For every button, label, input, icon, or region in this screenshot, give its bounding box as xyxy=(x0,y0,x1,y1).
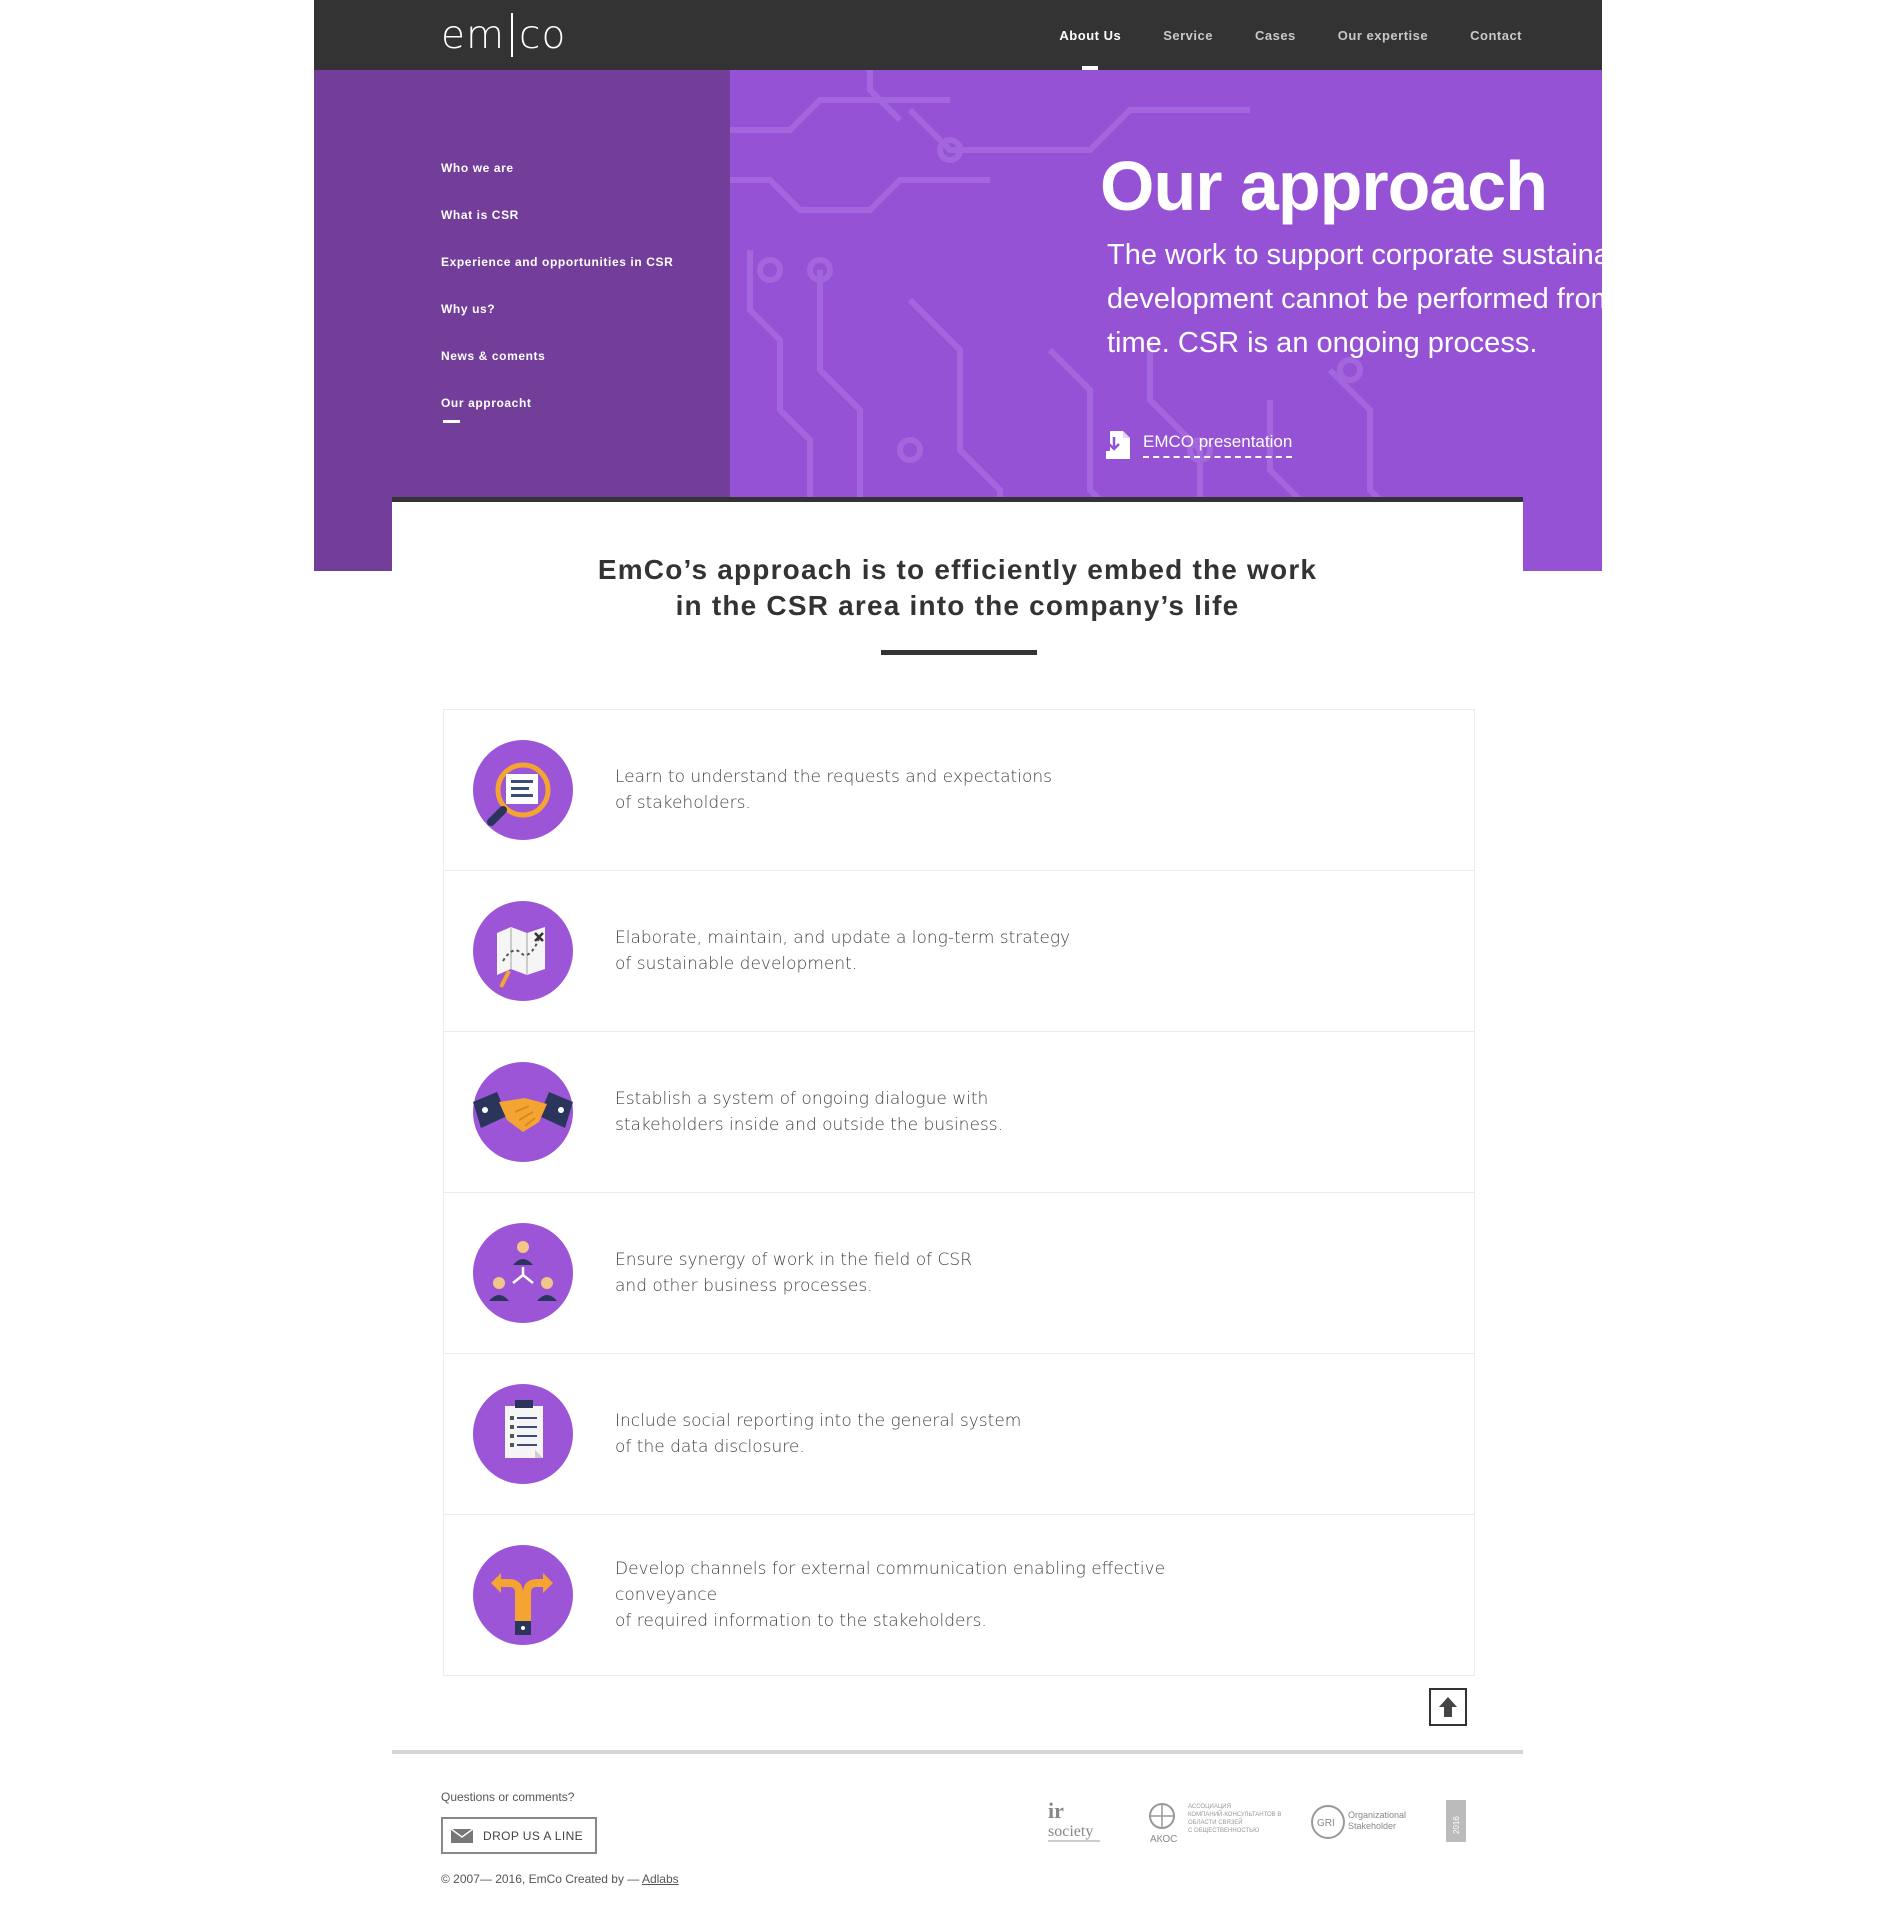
logo-divider xyxy=(511,13,513,57)
heading-divider xyxy=(881,650,1037,655)
content-card: EmCo’s approach is to efficiently embed … xyxy=(392,497,1523,1762)
envelope-icon xyxy=(451,1828,473,1843)
list-item-text: Ensure synergy of work in the field of C… xyxy=(615,1247,1255,1299)
list-item-line1: Learn to understand the requests and exp… xyxy=(615,767,1052,787)
list-item: Establish a system of ongoing dialogue w… xyxy=(444,1032,1474,1193)
logo-right: co xyxy=(519,12,567,58)
list-item-line1: Establish a system of ongoing dialogue w… xyxy=(615,1089,989,1109)
page: em co About Us Service Cases Our experti… xyxy=(314,0,1710,1907)
list-item-text: Develop channels for external communicat… xyxy=(615,1556,1255,1634)
list-item-text: Learn to understand the requests and exp… xyxy=(615,764,1255,816)
list-item: Elaborate, maintain, and update a long-t… xyxy=(444,871,1474,1032)
gri-logo-text-1: Organizational xyxy=(1348,1810,1406,1820)
sidebar-item-why-us[interactable]: Why us? xyxy=(441,301,673,348)
akos-logo: АКОС АССОЦИАЦИЯ КОМПАНИЙ-КОНСУЛЬТАНТОВ В… xyxy=(1149,1803,1281,1845)
list-item-line2: of required information to the stakehold… xyxy=(615,1611,987,1631)
ir-society-logo-mark: ir xyxy=(1048,1800,1064,1823)
copyright: © 2007— 2016, EmCo Created by — Adlabs xyxy=(441,1872,679,1886)
ir-society-logo: ir society xyxy=(1048,1800,1100,1842)
list-item: Develop channels for external communicat… xyxy=(444,1515,1474,1675)
top-header: em co About Us Service Cases Our experti… xyxy=(314,0,1602,70)
approach-heading: EmCo’s approach is to efficiently embed … xyxy=(392,552,1523,624)
presentation-label: EMCO presentation xyxy=(1143,432,1293,458)
list-item-text: Establish a system of ongoing dialogue w… xyxy=(615,1086,1255,1138)
list-item: Include social reporting into the genera… xyxy=(444,1354,1474,1515)
logo-left: em xyxy=(441,12,505,58)
nav-our-expertise[interactable]: Our expertise xyxy=(1317,0,1449,70)
sidebar-item-who-we-are[interactable]: Who we are xyxy=(441,160,673,207)
sidebar-item-our-approach[interactable]: Our approacht xyxy=(441,395,673,442)
list-item-line2: of sustainable development. xyxy=(615,954,858,974)
footer-divider xyxy=(392,1750,1523,1754)
handshake-icon xyxy=(473,1062,573,1162)
akos-logo-text-4: С ОБЩЕСТВЕННОСТЬЮ xyxy=(1188,1828,1259,1834)
list-item-line2: stakeholders inside and outside the busi… xyxy=(615,1115,1004,1135)
list-item-text: Include social reporting into the genera… xyxy=(615,1408,1255,1460)
page-title: Our approach xyxy=(1100,147,1548,225)
approach-heading-line2: in the CSR area into the company’s life xyxy=(675,590,1240,621)
nav-cases[interactable]: Cases xyxy=(1234,0,1317,70)
team-synergy-icon xyxy=(473,1223,573,1323)
nav-contact[interactable]: Contact xyxy=(1449,0,1522,70)
drop-us-a-line-button[interactable]: DROP US A LINE xyxy=(441,1817,597,1854)
approach-heading-line1: EmCo’s approach is to efficiently embed … xyxy=(597,554,1318,585)
creator-link[interactable]: Adlabs xyxy=(642,1872,679,1886)
nav-about-us[interactable]: About Us xyxy=(1038,0,1142,70)
drop-us-a-line-label: DROP US A LINE xyxy=(483,1828,584,1843)
list-item-line1: Ensure synergy of work in the field of C… xyxy=(615,1250,973,1270)
magnifier-document-icon xyxy=(473,740,573,840)
sidebar-nav: Who we are What is CSR Experience and op… xyxy=(441,160,673,442)
scroll-to-top-button[interactable] xyxy=(1429,1688,1467,1726)
hero-sidebar-panel: Who we are What is CSR Experience and op… xyxy=(314,70,730,571)
list-item-line1: Include social reporting into the genera… xyxy=(615,1411,1022,1431)
list-item-line1: Develop channels for external communicat… xyxy=(615,1559,1166,1605)
ir-society-logo-name: society xyxy=(1048,1823,1093,1840)
gri-logo: GRI Organizational Stakeholder 2016 xyxy=(1311,1800,1466,1842)
hero-subtitle: The work to support corporate sustainabl… xyxy=(1107,239,1710,359)
approach-list: Learn to understand the requests and exp… xyxy=(443,709,1475,1676)
partner-logos: ir society АКОС АССОЦИАЦИЯ КОМПАНИЙ-КОНС… xyxy=(1048,1800,1466,1845)
clipboard-report-icon xyxy=(473,1384,573,1484)
signpost-arrows-icon xyxy=(473,1545,573,1645)
strategy-map-icon xyxy=(473,901,573,1001)
akos-logo-text-1: АССОЦИАЦИЯ xyxy=(1188,1804,1231,1810)
gri-logo-year: 2016 xyxy=(1452,1816,1461,1834)
list-item-line2: of stakeholders. xyxy=(615,793,751,813)
list-item-line2: of the data disclosure. xyxy=(615,1437,805,1457)
sidebar-item-experience[interactable]: Experience and opportunities in CSR xyxy=(441,254,673,301)
list-item-line1: Elaborate, maintain, and update a long-t… xyxy=(615,928,1071,948)
sidebar-item-news[interactable]: News & coments xyxy=(441,348,673,395)
presentation-link[interactable]: EMCO presentation xyxy=(1106,431,1293,459)
akos-logo-text-3: ОБЛАСТИ СВЯЗЕЙ xyxy=(1188,1818,1243,1826)
logo[interactable]: em co xyxy=(441,10,566,60)
main-nav: About Us Service Cases Our expertise Con… xyxy=(1038,0,1522,70)
copyright-text: © 2007— 2016, EmCo Created by — xyxy=(441,1872,642,1886)
sidebar-item-what-is-csr[interactable]: What is CSR xyxy=(441,207,673,254)
akos-logo-name: АКОС xyxy=(1150,1834,1177,1845)
arrow-up-icon xyxy=(1439,1697,1457,1717)
list-item-line2: and other business processes. xyxy=(615,1276,873,1296)
gri-logo-text-2: Stakeholder xyxy=(1348,1821,1396,1831)
list-item-text: Elaborate, maintain, and update a long-t… xyxy=(615,925,1255,977)
akos-logo-text-2: КОМПАНИЙ-КОНСУЛЬТАНТОВ В xyxy=(1188,1810,1281,1818)
list-item: Ensure synergy of work in the field of C… xyxy=(444,1193,1474,1354)
gri-logo-mark: GRI xyxy=(1317,1818,1335,1829)
list-item: Learn to understand the requests and exp… xyxy=(444,710,1474,871)
download-document-icon xyxy=(1106,431,1130,459)
nav-service[interactable]: Service xyxy=(1142,0,1234,70)
questions-label: Questions or comments? xyxy=(441,1790,575,1804)
